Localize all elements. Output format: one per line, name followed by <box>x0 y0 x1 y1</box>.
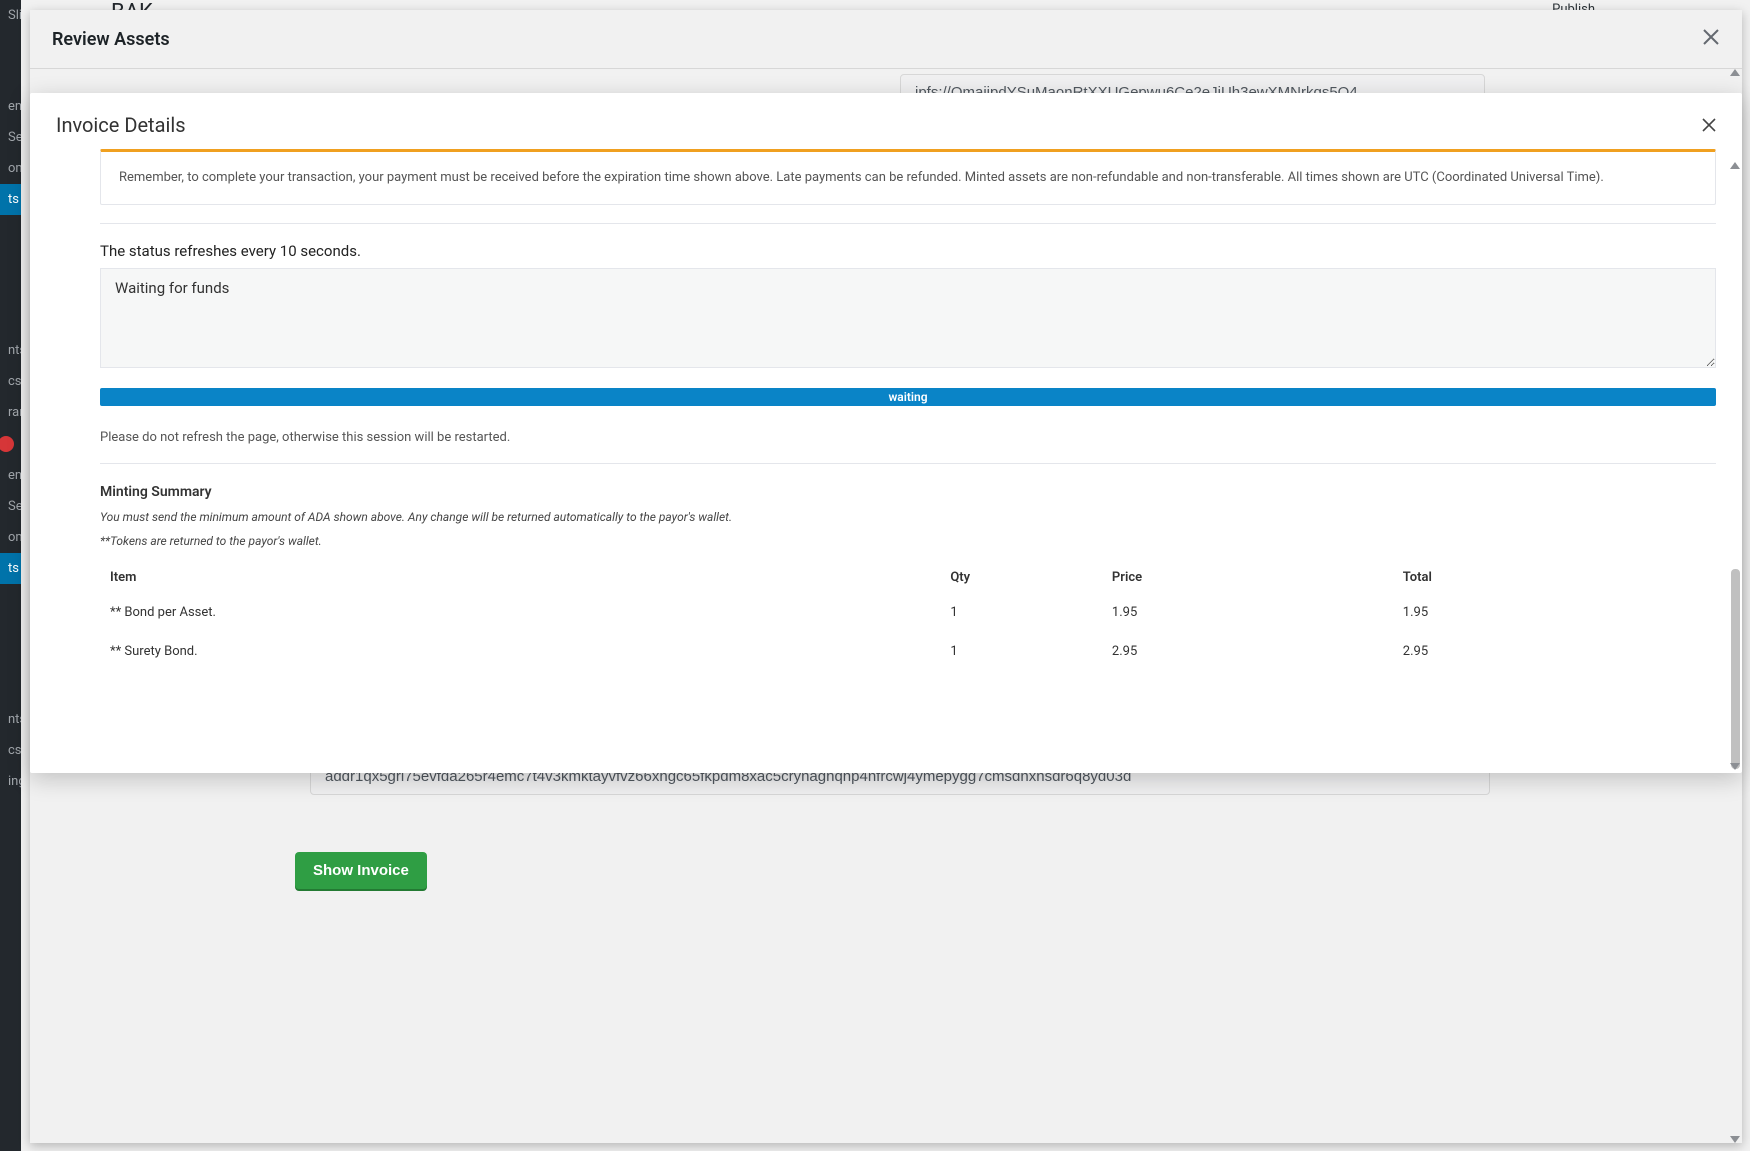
close-button[interactable] <box>1702 114 1716 136</box>
sidebar-item[interactable]: nts <box>0 335 21 366</box>
sidebar-item[interactable]: Se <box>0 491 21 522</box>
divider <box>100 463 1716 464</box>
sidebar-item[interactable]: cs <box>0 366 21 397</box>
table-row: ** Bond per Asset. 1 1.95 1.95 <box>100 593 1716 632</box>
status-textarea[interactable]: Waiting for funds <box>100 268 1716 368</box>
modal-header: Review Assets <box>30 10 1742 69</box>
table-header-row: Item Qty Price Total <box>100 562 1716 593</box>
notification-badge-icon <box>0 436 14 452</box>
col-total: Total <box>1393 562 1716 593</box>
sidebar-item-active[interactable]: ts <box>0 553 21 584</box>
invoice-modal-header: Invoice Details <box>30 93 1742 149</box>
sidebar-item[interactable]: nts <box>0 704 21 735</box>
cell-qty: 1 <box>940 593 1102 632</box>
table-row: ** Surety Bond. 1 2.95 2.95 <box>100 632 1716 671</box>
modal-title: Review Assets <box>52 29 170 50</box>
divider <box>100 223 1716 224</box>
minting-summary-title: Minting Summary <box>100 484 1716 500</box>
status-refresh-note: The status refreshes every 10 seconds. <box>100 242 1716 260</box>
cell-price: 2.95 <box>1102 632 1393 671</box>
cell-item: ** Bond per Asset. <box>100 593 940 632</box>
invoice-modal-title: Invoice Details <box>56 113 186 137</box>
scroll-down-icon[interactable] <box>1730 763 1740 770</box>
sidebar-item[interactable]: ing <box>0 766 21 797</box>
sidebar-item[interactable]: om <box>0 522 21 553</box>
summary-note: You must send the minimum amount of ADA … <box>100 510 1716 524</box>
scroll-up-icon[interactable] <box>1730 162 1740 169</box>
scroll-up-icon[interactable] <box>1730 69 1740 76</box>
col-qty: Qty <box>940 562 1102 593</box>
cell-total: 2.95 <box>1393 632 1716 671</box>
scroll-down-icon[interactable] <box>1730 1136 1740 1143</box>
sidebar-item[interactable]: ran <box>0 397 21 428</box>
invoice-modal-body: Remember, to complete your transaction, … <box>30 149 1742 773</box>
sidebar-item[interactable]: ent <box>0 460 21 491</box>
cell-total: 1.95 <box>1393 593 1716 632</box>
progress-bar: waiting <box>100 388 1716 406</box>
close-icon <box>1702 28 1720 46</box>
close-icon <box>1702 118 1716 132</box>
sidebar-item-active[interactable]: ts <box>0 184 21 215</box>
cell-item: ** Surety Bond. <box>100 632 940 671</box>
summary-table: Item Qty Price Total ** Bond per Asset. … <box>100 562 1716 671</box>
admin-sidebar: Sli ent Se oma ts nts cs ran ent Se om t… <box>0 0 21 1151</box>
sidebar-item[interactable]: Se <box>0 122 21 153</box>
invoice-details-modal: Invoice Details Remember, to complete yo… <box>30 93 1742 773</box>
scrollbar-thumb[interactable] <box>1731 569 1740 769</box>
cell-qty: 1 <box>940 632 1102 671</box>
cell-price: 1.95 <box>1102 593 1393 632</box>
close-button[interactable] <box>1702 28 1720 50</box>
sidebar-item[interactable]: Sli <box>0 0 21 31</box>
sidebar-item[interactable]: ent <box>0 91 21 122</box>
no-refresh-warning: Please do not refresh the page, otherwis… <box>100 430 1716 445</box>
sidebar-item[interactable]: cs <box>0 735 21 766</box>
warning-notice: Remember, to complete your transaction, … <box>100 149 1716 205</box>
show-invoice-button[interactable]: Show Invoice <box>295 852 427 889</box>
summary-note: **Tokens are returned to the payor's wal… <box>100 534 1716 548</box>
col-item: Item <box>100 562 940 593</box>
col-price: Price <box>1102 562 1393 593</box>
scrollbar[interactable] <box>1731 179 1740 763</box>
sidebar-item[interactable]: oma <box>0 153 21 184</box>
